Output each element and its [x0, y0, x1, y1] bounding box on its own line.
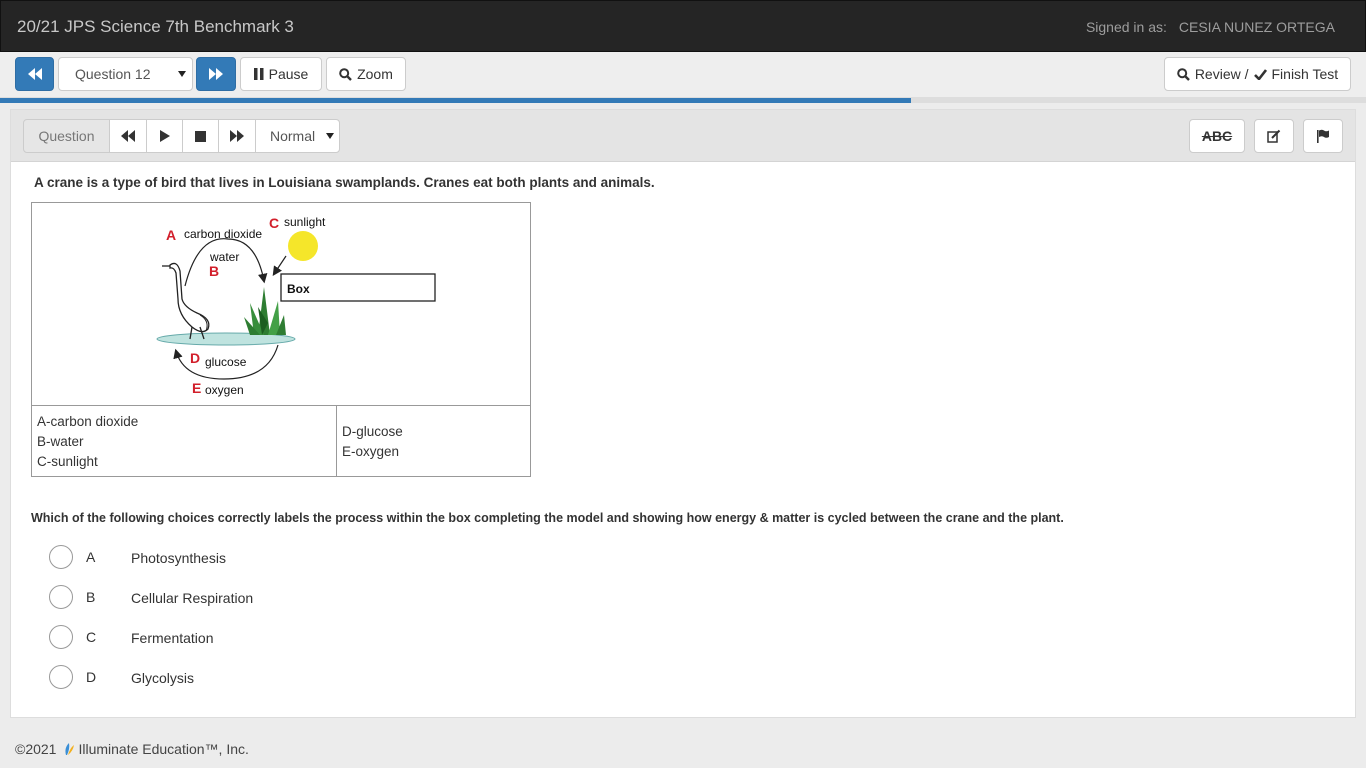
flag-icon [1317, 129, 1329, 143]
crane-illustration [162, 262, 210, 340]
fast-forward-icon [209, 68, 223, 80]
label-a-letter: A [166, 227, 176, 243]
label-e-letter: E [192, 380, 201, 396]
question-select[interactable]: Question 12 [58, 57, 193, 91]
plant-illustration [244, 287, 286, 335]
flag-button[interactable] [1303, 119, 1343, 153]
choice-letter: B [86, 589, 96, 605]
stop-button[interactable] [182, 119, 219, 153]
label-c-text: sunlight [284, 215, 326, 229]
speed-select[interactable]: Normal [255, 119, 340, 153]
next-question-button[interactable] [196, 57, 236, 91]
question-panel: Question Normal ABC A crane is a type of… [10, 109, 1356, 718]
backward-icon [121, 130, 135, 142]
forward-icon [230, 130, 244, 142]
label-c-letter: C [269, 215, 279, 231]
label-d-letter: D [190, 350, 200, 366]
label-d-text: glucose [205, 355, 247, 369]
box-label: Box [287, 282, 310, 296]
choice-text: Fermentation [131, 630, 214, 646]
label-a-text: carbon dioxide [184, 227, 262, 241]
signed-in-info: Signed in as: CESIA NUNEZ ORTEGA [1086, 19, 1335, 35]
crane-plant-cycle-diagram: Box A carbon dioxide water B C sunlight … [156, 215, 436, 397]
diagram-cell: Box A carbon dioxide water B C sunlight … [32, 203, 530, 406]
radio-button[interactable] [49, 545, 73, 569]
question-prompt: Which of the following choices correctly… [31, 511, 1064, 525]
stop-icon [195, 130, 206, 142]
label-e-text: oxygen [205, 383, 244, 397]
answer-choice-c[interactable]: C Fermentation [48, 625, 448, 651]
pause-icon [253, 68, 264, 80]
edit-icon [1267, 129, 1281, 143]
fast-backward-icon [27, 68, 42, 80]
answer-choice-a[interactable]: A Photosynthesis [48, 545, 448, 571]
key-item: B-water [37, 434, 84, 449]
progress-fill [0, 98, 912, 103]
chevron-down-icon [326, 133, 334, 139]
choice-letter: A [86, 549, 96, 565]
radio-button[interactable] [49, 665, 73, 689]
choice-letter: C [86, 629, 97, 645]
diagram-table: Box A carbon dioxide water B C sunlight … [31, 202, 531, 477]
diagram-key-left: A-carbon dioxide B-water C-sunlight [32, 406, 337, 476]
zoom-button[interactable]: Zoom [326, 57, 406, 91]
label-b-text: water [209, 250, 239, 264]
question-intro: A crane is a type of bird that lives in … [34, 175, 655, 190]
choice-text: Glycolysis [131, 670, 195, 686]
strikethrough-abc-icon: ABC [1201, 128, 1233, 144]
top-navbar: 20/21 JPS Science 7th Benchmark 3 Signed… [0, 0, 1366, 52]
choice-text: Photosynthesis [131, 550, 226, 566]
answer-choice-b[interactable]: B Cellular Respiration [48, 585, 448, 611]
search-icon [1177, 67, 1190, 81]
radio-button[interactable] [49, 625, 73, 649]
company-name: Illuminate Education™, Inc. [78, 741, 249, 757]
radio-button[interactable] [49, 585, 73, 609]
play-icon [159, 130, 170, 142]
key-item: E-oxygen [342, 444, 400, 459]
test-progress-bar [0, 98, 1366, 103]
fast-forward-button[interactable] [218, 119, 256, 153]
spellcheck-button[interactable]: ABC [1189, 119, 1245, 153]
audio-controls: Question Normal [23, 119, 340, 153]
test-toolbar: Question 12 Pause Zoom Review / Finish T… [0, 52, 1366, 98]
user-name: CESIA NUNEZ ORTEGA [1178, 19, 1335, 35]
key-item: D-glucose [342, 424, 403, 439]
copyright-text: ©2021 [15, 741, 57, 757]
review-finish-button[interactable]: Review / Finish Test [1164, 57, 1351, 91]
diagram-key-right: D-glucose E-oxygen [337, 406, 530, 476]
signed-in-label: Signed in as: [1085, 19, 1167, 35]
label-b-letter: B [209, 263, 219, 279]
rewind-button[interactable] [109, 119, 147, 153]
illuminate-logo-icon [65, 743, 75, 755]
question-label: Question [23, 119, 110, 153]
search-icon [339, 67, 352, 81]
question-controls-bar: Question Normal ABC [11, 110, 1355, 162]
sun-icon [288, 231, 318, 261]
choice-letter: D [86, 669, 97, 685]
play-button[interactable] [146, 119, 183, 153]
answer-choice-d[interactable]: D Glycolysis [48, 665, 448, 691]
pause-button[interactable]: Pause [240, 57, 322, 91]
key-item: A-carbon dioxide [37, 414, 139, 429]
check-icon [1253, 68, 1267, 80]
previous-question-button[interactable] [15, 57, 54, 91]
chevron-down-icon [178, 71, 186, 77]
test-title: 20/21 JPS Science 7th Benchmark 3 [17, 17, 294, 36]
key-item: C-sunlight [37, 454, 98, 469]
choice-text: Cellular Respiration [131, 590, 254, 606]
page-footer: ©2021 Illuminate Education™, Inc. [15, 741, 249, 757]
notepad-button[interactable] [1254, 119, 1294, 153]
